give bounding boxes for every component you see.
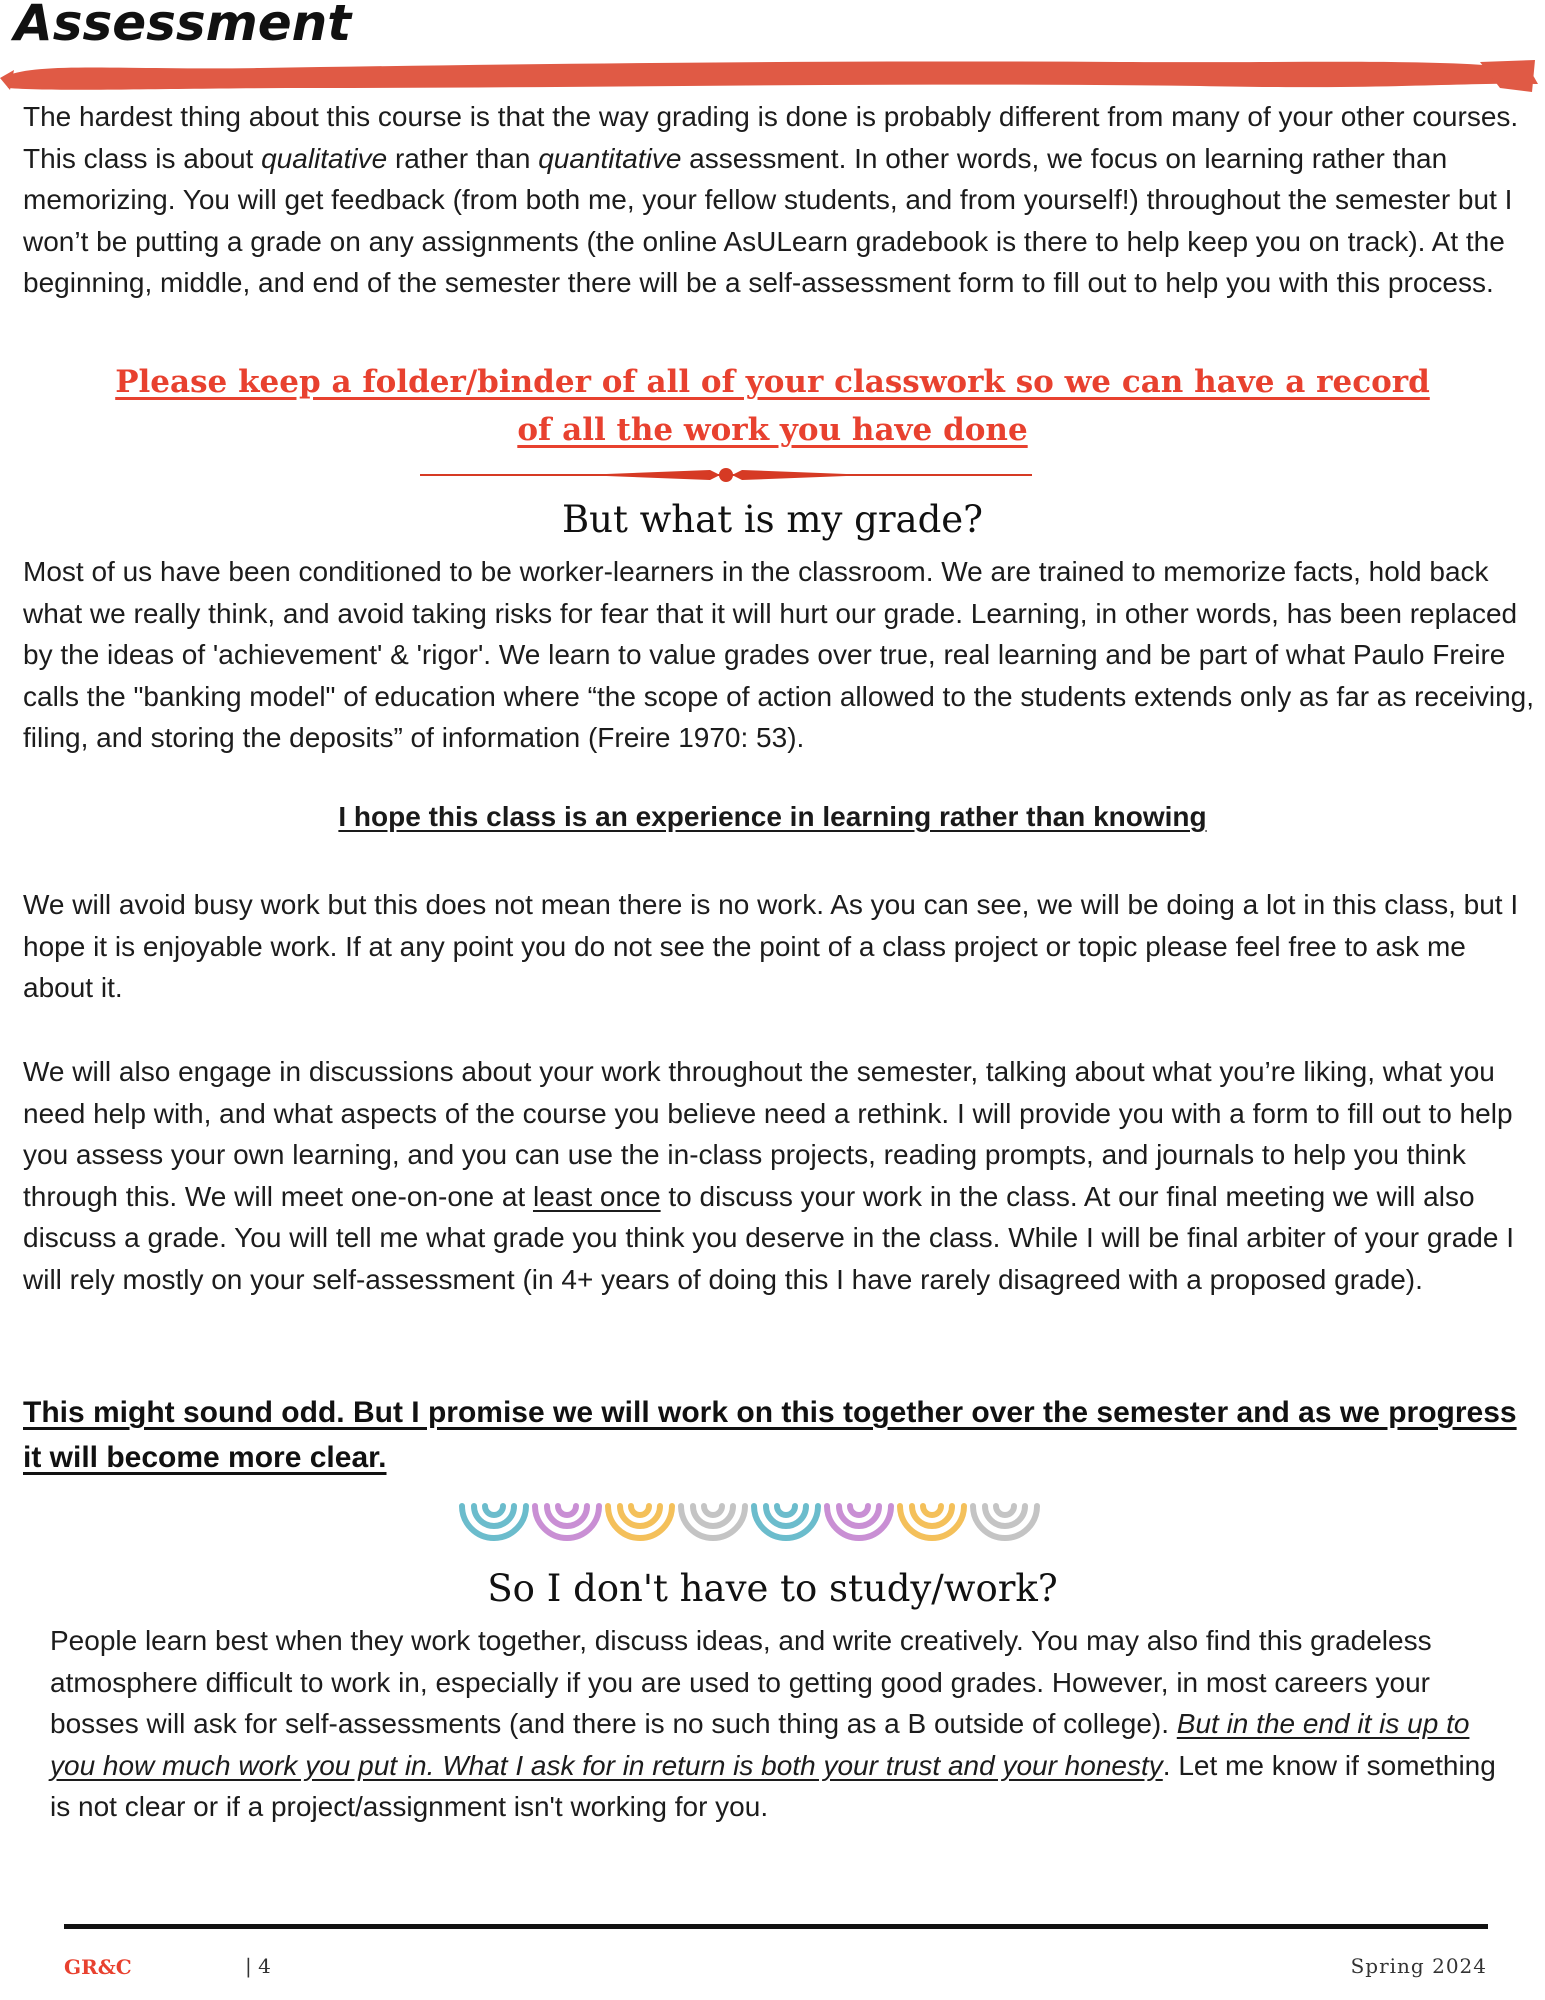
folder-callout: Please keep a folder/binder of all of yo… [0,358,1545,454]
callout-line-1: Please keep a folder/binder of all of yo… [115,364,1430,400]
discussion-paragraph: We will also engage in discussions about… [23,1051,1543,1301]
ornament-divider [420,468,1032,482]
callout-line-2: of all the work you have done [517,412,1028,448]
section-heading-study: So I don't have to study/work? [487,1567,1058,1610]
arc-icon [824,1503,894,1541]
arc-icon [897,1503,967,1541]
footer-divider [64,1924,1488,1929]
conditioning-text: Most of us have been conditioned to be w… [23,556,1534,754]
intro-qualitative: qualitative [261,142,388,174]
section-heading-grade: But what is my grade? [561,498,984,541]
arc-icon [605,1503,675,1541]
conditioning-paragraph: Most of us have been conditioned to be w… [23,551,1543,759]
least-once-text: least once [532,1180,661,1212]
busy-work-text: We will avoid busy work but this does no… [23,889,1519,1004]
intro-quantitative: quantitative [538,142,682,174]
promise-statement: This might sound odd. But I promise we w… [23,1396,1517,1474]
arc-icon [459,1503,529,1541]
intro-paragraph: The hardest thing about this course is t… [23,96,1543,304]
arc-icon [751,1503,821,1541]
hope-statement: I hope this class is an experience in le… [338,801,1207,832]
busy-work-paragraph: We will avoid busy work but this does no… [23,884,1543,1009]
arc-icon [678,1503,748,1541]
arc-icon [970,1503,1040,1541]
footer-page-number: | 4 [245,1954,271,1978]
page-title: Assessment [14,0,352,52]
intro-text-2: rather than [387,142,539,174]
footer-term: Spring 2024 [1350,1954,1487,1978]
study-paragraph: People learn best when they work togethe… [50,1620,1510,1828]
decorative-arc-row [459,1503,1040,1541]
arc-icon [532,1503,602,1541]
footer-course-code: GR&C [64,1955,132,1979]
